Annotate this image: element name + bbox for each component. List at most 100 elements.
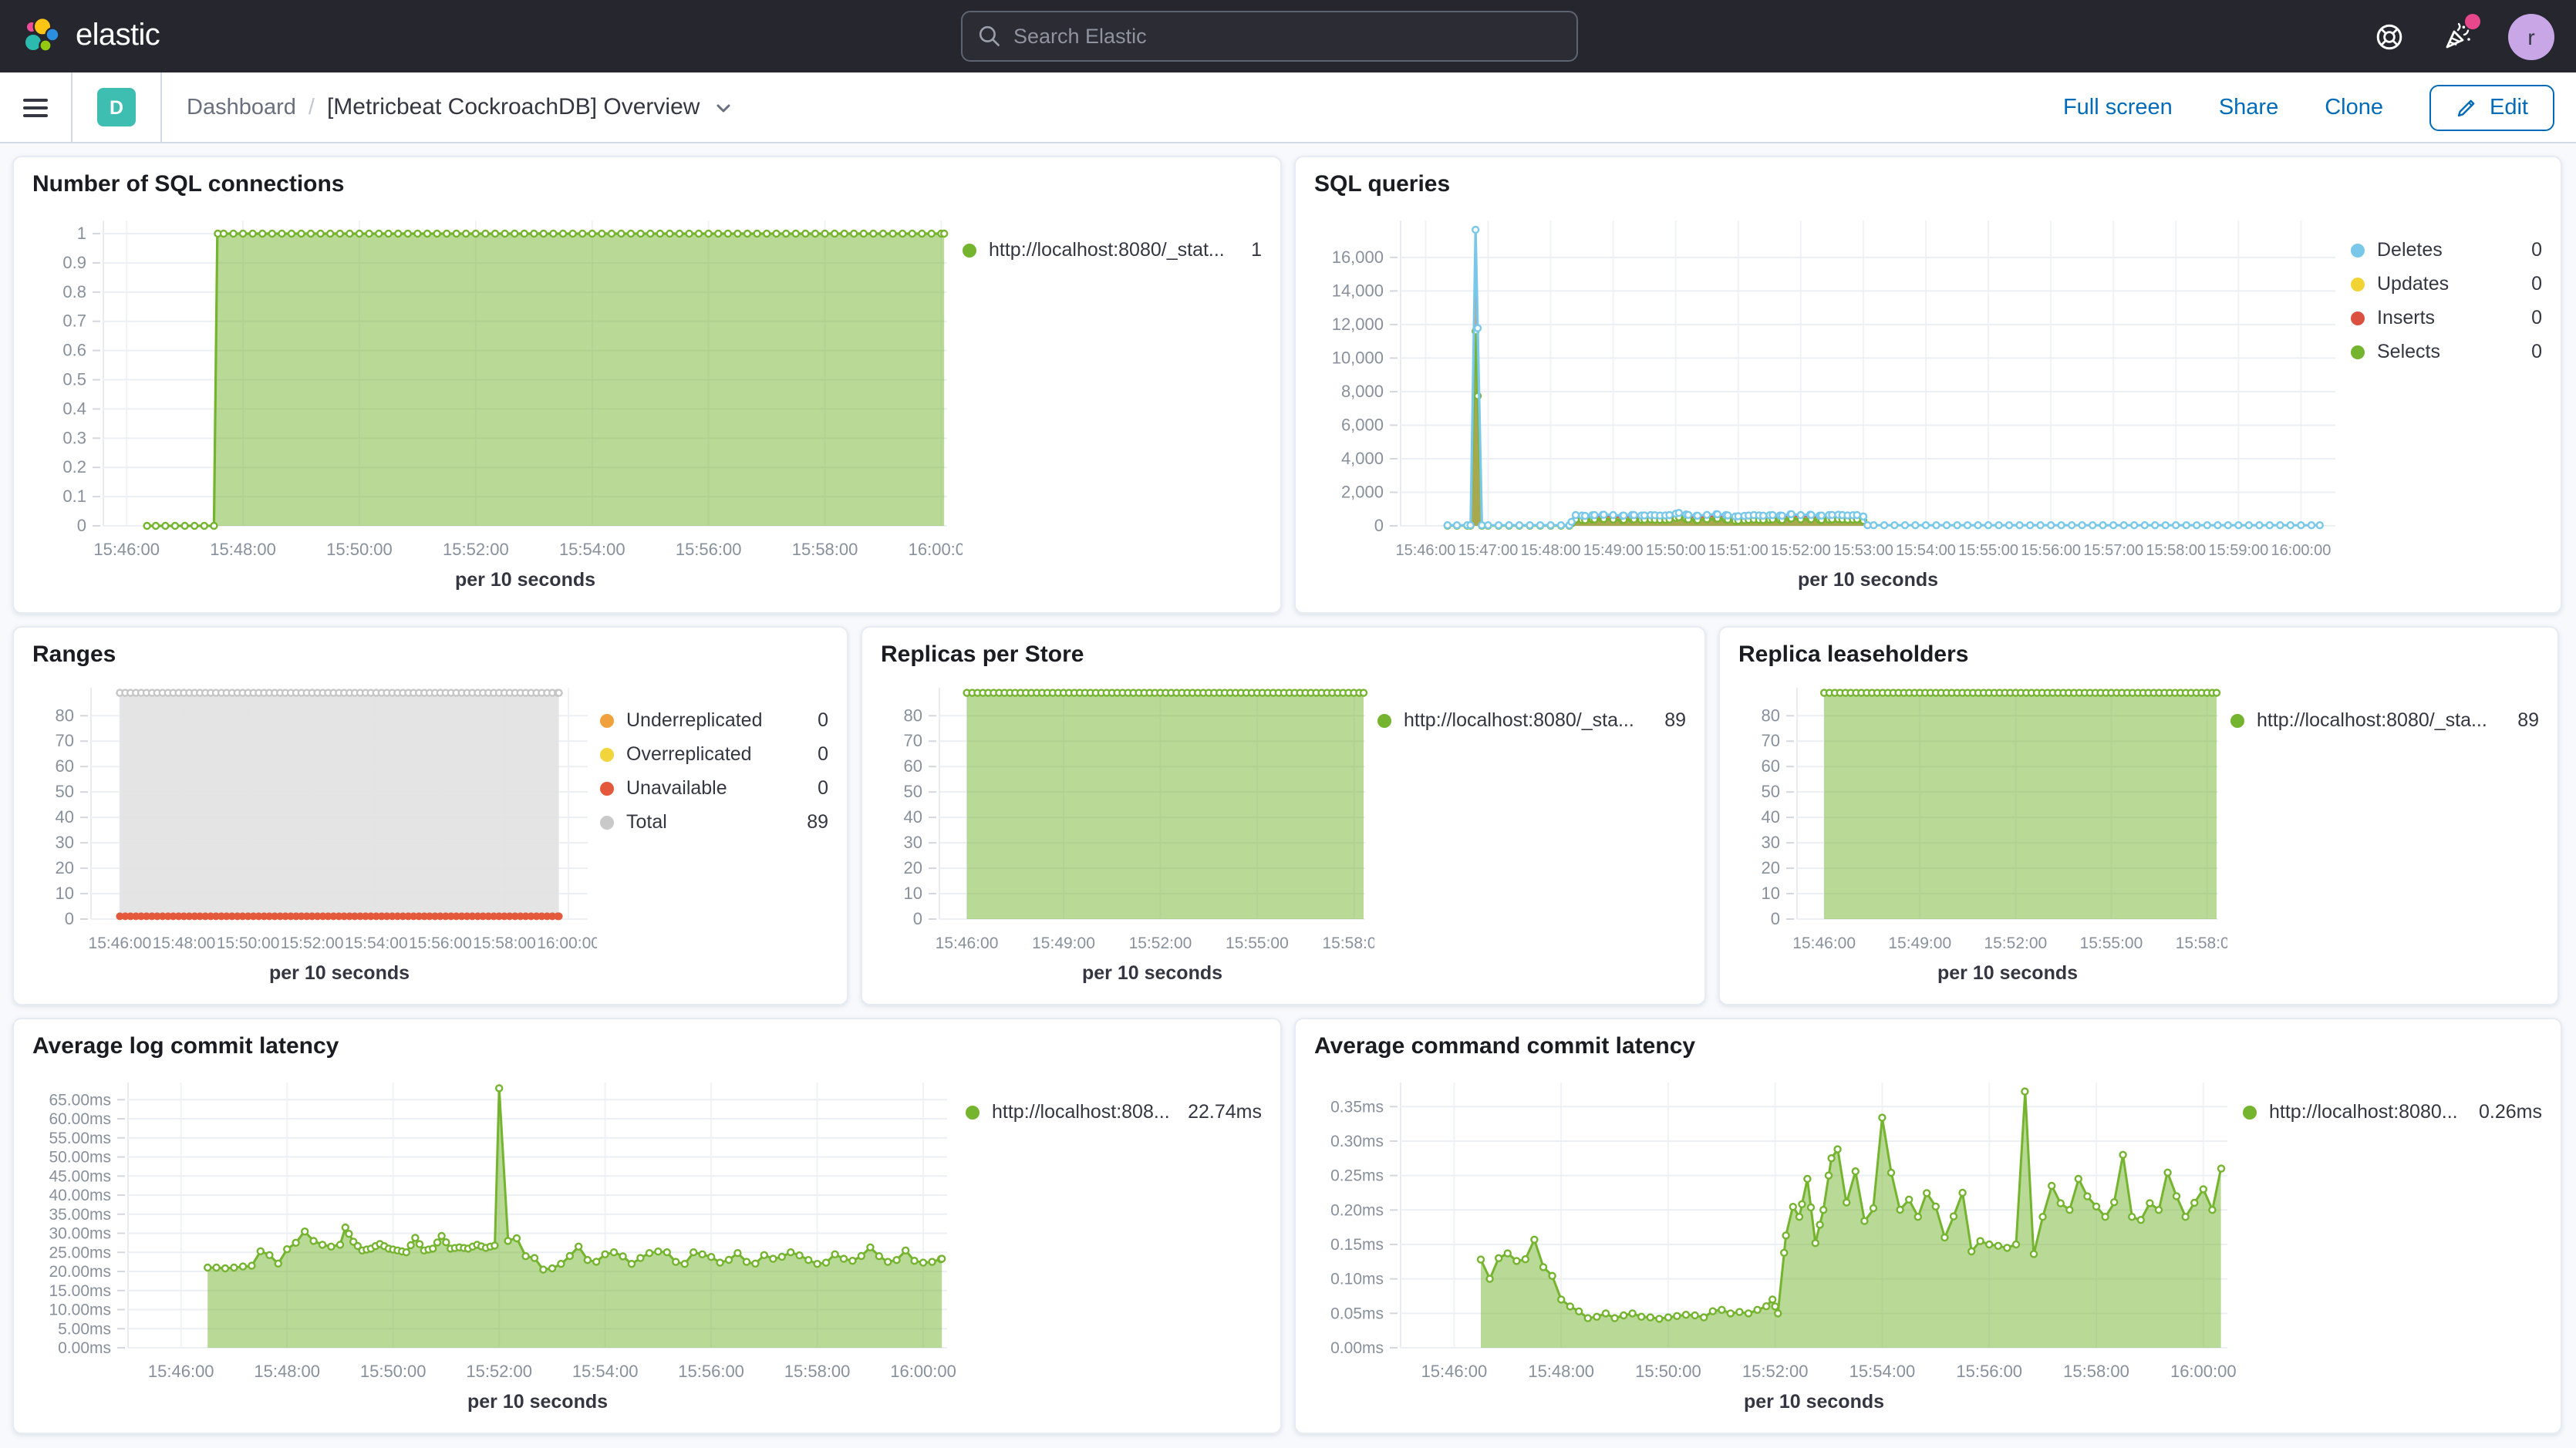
legend-item-http-localhost-808[interactable]: http://localhost:808...22.74ms — [966, 1101, 1262, 1123]
svg-text:15:46:00: 15:46:00 — [89, 934, 152, 952]
legend-item-underreplicated[interactable]: Underreplicated0 — [600, 709, 828, 731]
svg-text:20: 20 — [56, 858, 74, 877]
svg-text:15:46:00: 15:46:00 — [1421, 1362, 1488, 1381]
legend-item-http-localhost-8080-sta[interactable]: http://localhost:8080/_sta...89 — [1377, 709, 1686, 731]
notification-dot — [2465, 13, 2480, 29]
legend-item-total[interactable]: Total 89 — [600, 811, 828, 833]
chart-replicas-per-store[interactable]: 0102030405060708015:46:0015:49:0015:52:0… — [881, 669, 1374, 990]
legend-swatch — [1377, 713, 1391, 727]
legend-value: 0 — [818, 709, 828, 731]
svg-text:10: 10 — [56, 884, 74, 903]
legend-label: http://localhost:8080/_sta... — [1404, 709, 1649, 731]
global-header: elastic Search Elastic — [0, 0, 2576, 72]
svg-text:15:46:00: 15:46:00 — [93, 540, 160, 559]
chart-legend: Underreplicated0 Overreplicated0 Unavailab… — [600, 669, 828, 990]
breadcrumb-dashboard[interactable]: Dashboard — [187, 95, 296, 120]
svg-text:1: 1 — [77, 224, 86, 243]
legend-item-http-localhost-8080-sta[interactable]: http://localhost:8080/_sta...89 — [2230, 709, 2539, 731]
chart-avg-log-commit-latency[interactable]: 0.00ms5.00ms10.00ms15.00ms20.00ms25.00ms… — [32, 1061, 963, 1419]
svg-text:15:51:00: 15:51:00 — [1708, 542, 1768, 559]
legend-item-inserts[interactable]: Inserts0 — [2351, 307, 2542, 328]
legend-value: 89 — [2517, 709, 2539, 731]
legend-label: Total — [626, 811, 791, 833]
legend-value: 22.74ms — [1188, 1101, 1262, 1123]
legend-label: Inserts — [2377, 307, 2516, 328]
svg-text:15:52:00: 15:52:00 — [1129, 934, 1192, 952]
legend-item-updates[interactable]: Updates0 — [2351, 273, 2542, 295]
svg-text:60.00ms: 60.00ms — [49, 1110, 111, 1128]
svg-text:20: 20 — [1762, 858, 1780, 877]
svg-text:15:58:00: 15:58:00 — [2146, 542, 2206, 559]
svg-text:15:54:00: 15:54:00 — [1849, 1362, 1916, 1381]
svg-text:30: 30 — [1762, 833, 1780, 852]
legend-value: 89 — [807, 811, 828, 833]
svg-text:15:52:00: 15:52:00 — [1984, 934, 2047, 952]
legend-item-unavailable[interactable]: Unavailable 0 — [600, 777, 828, 799]
svg-text:2,000: 2,000 — [1341, 482, 1384, 501]
svg-text:0.25ms: 0.25ms — [1330, 1167, 1384, 1185]
svg-text:15:48:00: 15:48:00 — [153, 934, 216, 952]
toolbar-divider — [160, 72, 162, 143]
chart-replica-leaseholders[interactable]: 0102030405060708015:46:0015:49:0015:52:0… — [1738, 669, 2227, 990]
svg-text:0.8: 0.8 — [62, 282, 86, 301]
legend-item-deletes[interactable]: Deletes0 — [2351, 239, 2542, 261]
legend-item-http-localhost-8080-stat[interactable]: http://localhost:8080/_stat...1 — [963, 239, 1262, 261]
svg-text:16:00:00: 16:00:00 — [2170, 1362, 2237, 1381]
title-menu-button[interactable] — [713, 98, 732, 116]
chart-sql-queries[interactable]: 02,0004,0006,0008,00010,00012,00014,0001… — [1314, 199, 2348, 597]
legend-swatch — [2351, 311, 2365, 325]
chart-avg-command-commit-latency[interactable]: 0.00ms0.05ms0.10ms0.15ms0.20ms0.25ms0.30… — [1314, 1061, 2243, 1419]
chart-legend: Deletes0Updates0Inserts0Selects0 — [2351, 199, 2542, 597]
breadcrumb-separator: / — [309, 95, 315, 120]
lifebuoy-icon — [2374, 21, 2405, 52]
svg-text:15:58:00: 15:58:00 — [1322, 934, 1374, 952]
svg-text:0.30ms: 0.30ms — [1330, 1133, 1384, 1150]
panel-avg-log-commit-latency: Average log commit latency 0.00ms5.00ms1… — [12, 1018, 1282, 1434]
legend-value: 0 — [2531, 341, 2542, 362]
svg-text:15:52:00: 15:52:00 — [1742, 1362, 1809, 1381]
legend-value: 0 — [818, 777, 828, 799]
svg-text:15:48:00: 15:48:00 — [1528, 1362, 1594, 1381]
svg-text:15:50:00: 15:50:00 — [1646, 542, 1706, 559]
legend-item-http-localhost-8080[interactable]: http://localhost:8080... 0.26ms — [2243, 1101, 2542, 1123]
svg-text:50: 50 — [56, 782, 74, 801]
svg-text:0: 0 — [77, 516, 86, 535]
svg-text:16:00:00: 16:00:00 — [909, 540, 963, 559]
dashboard-app-badge: D — [97, 88, 136, 126]
header-actions: r — [2372, 13, 2554, 59]
page-title[interactable]: [Metricbeat CockroachDB] Overview — [327, 94, 700, 120]
search-input[interactable]: Search Elastic — [961, 11, 1578, 62]
svg-text:25.00ms: 25.00ms — [49, 1244, 111, 1261]
legend-label: Unavailable — [626, 777, 802, 799]
chart-sql-connections[interactable]: 00.10.20.30.40.50.60.70.80.9115:46:0015:… — [32, 199, 963, 597]
svg-text:6,000: 6,000 — [1341, 415, 1384, 434]
dashboard-panels: Number of SQL connections 00.10.20.30.40… — [0, 143, 2576, 1446]
edit-button[interactable]: Edit — [2429, 84, 2554, 130]
legend-label: http://localhost:8080... — [2269, 1101, 2463, 1123]
panel-title: Ranges — [32, 641, 828, 668]
help-button[interactable] — [2372, 19, 2406, 53]
svg-text:15:52:00: 15:52:00 — [1771, 542, 1831, 559]
svg-text:30.00ms: 30.00ms — [49, 1225, 111, 1243]
menu-button[interactable] — [0, 72, 71, 143]
svg-text:30: 30 — [56, 833, 74, 852]
elastic-logo[interactable]: elastic — [22, 16, 160, 56]
svg-text:0.00ms: 0.00ms — [58, 1339, 111, 1357]
svg-text:15:52:00: 15:52:00 — [466, 1362, 532, 1381]
svg-text:0.05ms: 0.05ms — [1330, 1305, 1384, 1322]
svg-text:15:58:00: 15:58:00 — [2176, 934, 2227, 952]
svg-text:5.00ms: 5.00ms — [58, 1320, 111, 1338]
user-avatar[interactable]: r — [2508, 13, 2554, 59]
toolbar-link-clone[interactable]: Clone — [2325, 95, 2383, 120]
newsfeed-button[interactable] — [2440, 19, 2474, 53]
chart-ranges[interactable]: 0102030405060708015:46:0015:48:0015:50:0… — [32, 669, 597, 990]
toolbar-link-share[interactable]: Share — [2219, 95, 2278, 120]
legend-item-overreplicated[interactable]: Overreplicated0 — [600, 743, 828, 765]
legend-value: 0.26ms — [2479, 1101, 2542, 1123]
svg-text:15:55:00: 15:55:00 — [1226, 934, 1289, 952]
svg-text:20: 20 — [904, 858, 922, 877]
toolbar-link-full-screen[interactable]: Full screen — [2063, 95, 2173, 120]
chart-legend: http://localhost:8080/_sta...89 — [2230, 669, 2539, 990]
legend-item-selects[interactable]: Selects0 — [2351, 341, 2542, 362]
svg-text:per 10 seconds: per 10 seconds — [1082, 962, 1222, 984]
